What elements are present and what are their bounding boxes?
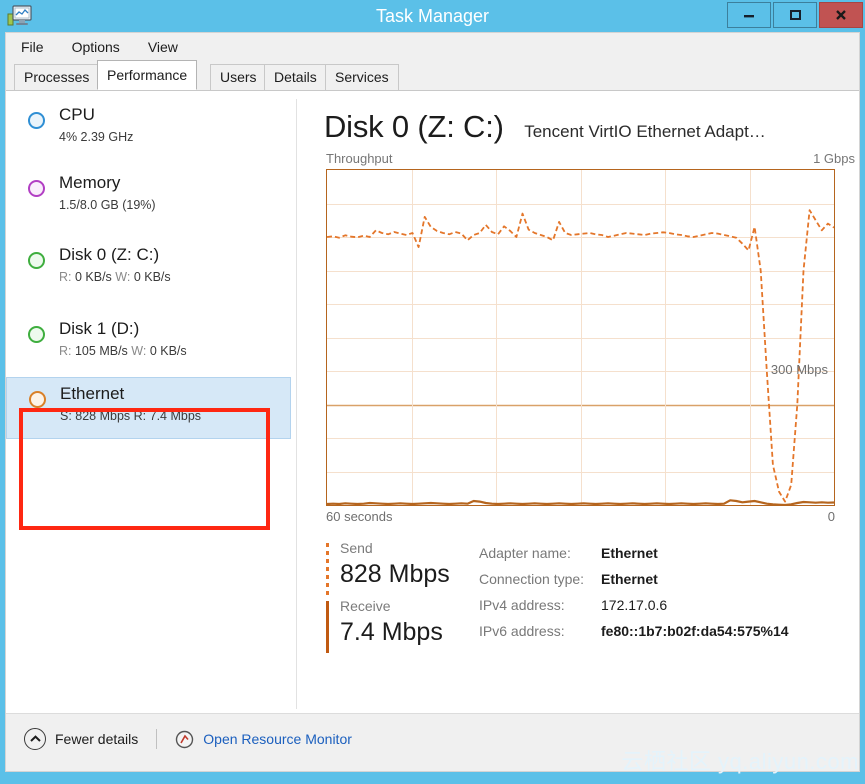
throughput-chart-svg xyxy=(327,170,834,505)
resource-sidebar: CPU 4% 2.39 GHz Memory 1.5/8.0 GB (19%) … xyxy=(6,91,291,713)
graph-axis-right-label: 0 xyxy=(827,509,835,524)
page-title: Disk 0 (Z: C:) xyxy=(324,109,504,144)
chevron-up-icon[interactable] xyxy=(24,728,46,750)
graph-axis-left-label: 60 seconds xyxy=(326,509,393,524)
info-value: 172.17.0.6 xyxy=(601,597,668,613)
tab-processes[interactable]: Processes xyxy=(14,64,100,90)
receive-stat: Receive 7.4 Mbps xyxy=(326,597,476,653)
stats-section: Send 828 Mbps Receive 7.4 Mbps Adapter n… xyxy=(326,539,859,659)
panel-divider xyxy=(296,99,297,709)
disk-0-write-key: W: xyxy=(115,270,131,284)
info-key: Connection type: xyxy=(479,571,585,587)
disk-0-read-value: 0 KB/s xyxy=(74,270,112,284)
graph-label-throughput: Throughput xyxy=(326,151,393,166)
disk-0-status-icon xyxy=(28,252,45,269)
info-value: fe80::1b7:b02f:da54:575%14 xyxy=(601,623,789,639)
sidebar-item-sub: R: 105 MB/s W: 0 KB/s xyxy=(59,344,187,358)
minimize-button[interactable] xyxy=(727,2,771,28)
maximize-button[interactable] xyxy=(773,2,817,28)
info-key: IPv6 address: xyxy=(479,623,565,639)
disk-1-write-key: W: xyxy=(131,344,147,358)
disk-1-write-value: 0 KB/s xyxy=(149,344,187,358)
graph-axis-bottom: 60 seconds 0 xyxy=(326,509,835,524)
tab-strip: Processes Performance Users Details Serv… xyxy=(6,60,859,91)
sidebar-item-ethernet[interactable]: Ethernet S: 828 Mbps R: 7.4 Mbps xyxy=(6,377,291,439)
receive-label: Receive xyxy=(340,598,391,614)
sidebar-item-sub: S: 828 Mbps R: 7.4 Mbps xyxy=(60,409,202,423)
sidebar-item-memory[interactable]: Memory 1.5/8.0 GB (19%) xyxy=(6,167,291,229)
sidebar-item-sub: 1.5/8.0 GB (19%) xyxy=(59,198,156,212)
tab-performance[interactable]: Performance xyxy=(97,60,198,90)
tab-details[interactable]: Details xyxy=(264,64,327,90)
disk-1-read-key: R: xyxy=(59,344,72,358)
info-key: IPv4 address: xyxy=(479,597,565,613)
graph-axis-top: Throughput 1 Gbps xyxy=(326,151,855,166)
throughput-stats: Send 828 Mbps Receive 7.4 Mbps xyxy=(326,539,476,655)
sidebar-item-disk-0[interactable]: Disk 0 (Z: C:) R: 0 KB/s W: 0 KB/s xyxy=(6,239,291,301)
window-body: File Options View Processes Performance … xyxy=(5,32,860,772)
sidebar-item-label: Disk 0 (Z: C:) xyxy=(59,245,160,264)
sidebar-item-label: Ethernet xyxy=(60,384,125,403)
tab-services[interactable]: Services xyxy=(325,64,399,90)
memory-status-icon xyxy=(28,180,45,197)
send-stat: Send 828 Mbps xyxy=(326,539,476,595)
receive-marker-icon xyxy=(326,601,329,653)
menu-options[interactable]: Options xyxy=(72,39,120,55)
sidebar-item-disk-1[interactable]: Disk 1 (D:) R: 105 MB/s W: 0 KB/s xyxy=(6,313,291,375)
info-row-ipv4-address: IPv4 address: 172.17.0.6 xyxy=(479,593,859,617)
disk-1-status-icon xyxy=(28,326,45,343)
adapter-subtitle: Tencent VirtIO Ethernet Adapt… xyxy=(524,122,766,141)
info-value: Ethernet xyxy=(601,571,658,587)
sidebar-item-label: Disk 1 (D:) xyxy=(59,319,140,338)
fewer-details-button[interactable]: Fewer details xyxy=(55,731,138,747)
info-row-ipv6-address: IPv6 address: fe80::1b7:b02f:da54:575%14 xyxy=(479,619,859,643)
info-key: Adapter name: xyxy=(479,545,571,561)
sidebar-item-cpu[interactable]: CPU 4% 2.39 GHz xyxy=(6,99,291,161)
sidebar-item-sub: R: 0 KB/s W: 0 KB/s xyxy=(59,270,171,284)
info-row-connection-type: Connection type: Ethernet xyxy=(479,567,859,591)
send-value: 828 Mbps xyxy=(340,560,450,588)
task-manager-window: Task Manager File Options View Processes xyxy=(0,0,865,784)
graph-label-max: 1 Gbps xyxy=(813,151,855,166)
info-value: Ethernet xyxy=(601,545,658,561)
adapter-info-list: Adapter name: Ethernet Connection type: … xyxy=(479,541,859,645)
footer-bar: Fewer details Open Resource Monitor xyxy=(6,713,859,771)
receive-value: 7.4 Mbps xyxy=(340,618,443,646)
send-marker-icon xyxy=(326,543,329,595)
info-row-adapter-name: Adapter name: Ethernet xyxy=(479,541,859,565)
cpu-status-icon xyxy=(28,112,45,129)
sidebar-item-sub: 4% 2.39 GHz xyxy=(59,130,134,144)
panel-header: Disk 0 (Z: C:) Tencent VirtIO Ethernet A… xyxy=(324,109,859,145)
title-bar: Task Manager xyxy=(0,0,865,32)
ethernet-status-icon xyxy=(29,391,46,408)
content-area: CPU 4% 2.39 GHz Memory 1.5/8.0 GB (19%) … xyxy=(6,91,859,771)
sidebar-item-label: Memory xyxy=(59,173,121,192)
disk-0-read-key: R: xyxy=(59,270,72,284)
menu-file[interactable]: File xyxy=(21,39,44,55)
send-label: Send xyxy=(340,540,373,556)
open-resource-monitor-link[interactable]: Open Resource Monitor xyxy=(203,731,352,747)
footer-separator xyxy=(156,729,158,749)
throughput-graph: 300 Mbps xyxy=(326,169,835,506)
window-controls xyxy=(727,2,863,28)
close-button[interactable] xyxy=(819,2,863,28)
disk-0-write-value: 0 KB/s xyxy=(133,270,171,284)
graph-label-300mbps: 300 Mbps xyxy=(770,362,828,377)
performance-panel: Disk 0 (Z: C:) Tencent VirtIO Ethernet A… xyxy=(306,91,859,713)
resource-monitor-icon[interactable] xyxy=(175,730,194,749)
tab-users[interactable]: Users xyxy=(210,64,267,90)
sidebar-item-label: CPU xyxy=(59,105,95,124)
menu-view[interactable]: View xyxy=(148,39,178,55)
disk-1-read-value: 105 MB/s xyxy=(74,344,128,358)
menu-bar: File Options View xyxy=(6,33,859,61)
